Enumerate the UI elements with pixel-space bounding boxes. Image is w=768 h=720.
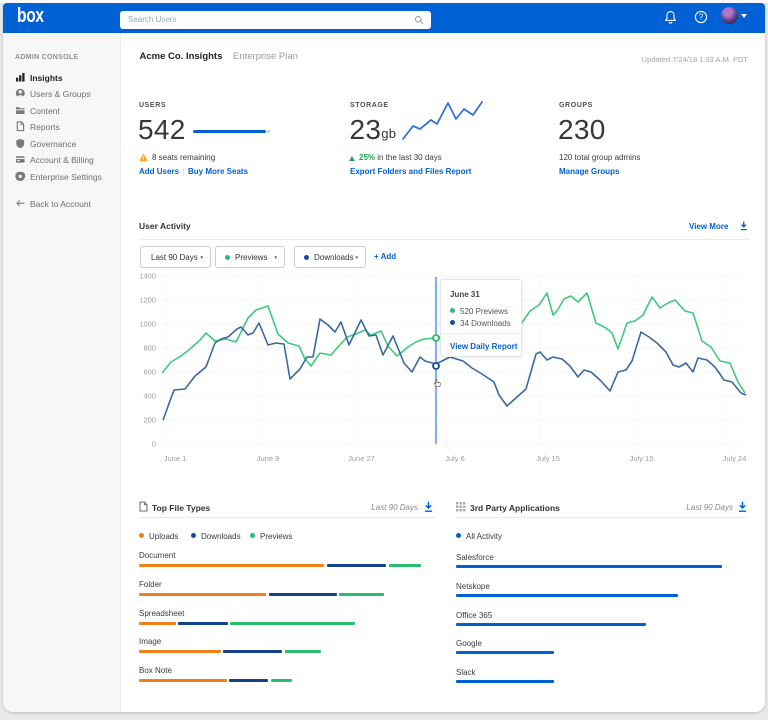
svg-text:July 15: July 15: [536, 454, 560, 463]
svg-text:1200: 1200: [139, 296, 156, 305]
svg-text:June 1: June 1: [164, 454, 187, 463]
svg-text:?: ?: [699, 13, 704, 22]
svg-text:0: 0: [152, 440, 156, 449]
svg-text:600: 600: [143, 368, 156, 377]
svg-text:400: 400: [143, 392, 156, 401]
svg-text:200: 200: [143, 416, 156, 425]
svg-text:800: 800: [143, 344, 156, 353]
svg-text:June 27: June 27: [348, 454, 375, 463]
svg-text:1400: 1400: [139, 272, 156, 281]
svg-text:July 15: July 15: [630, 454, 654, 463]
svg-text:July 6: July 6: [445, 454, 465, 463]
svg-text:June 9: June 9: [257, 454, 280, 463]
svg-text:July 24: July 24: [723, 454, 747, 463]
svg-text:1000: 1000: [139, 320, 156, 329]
